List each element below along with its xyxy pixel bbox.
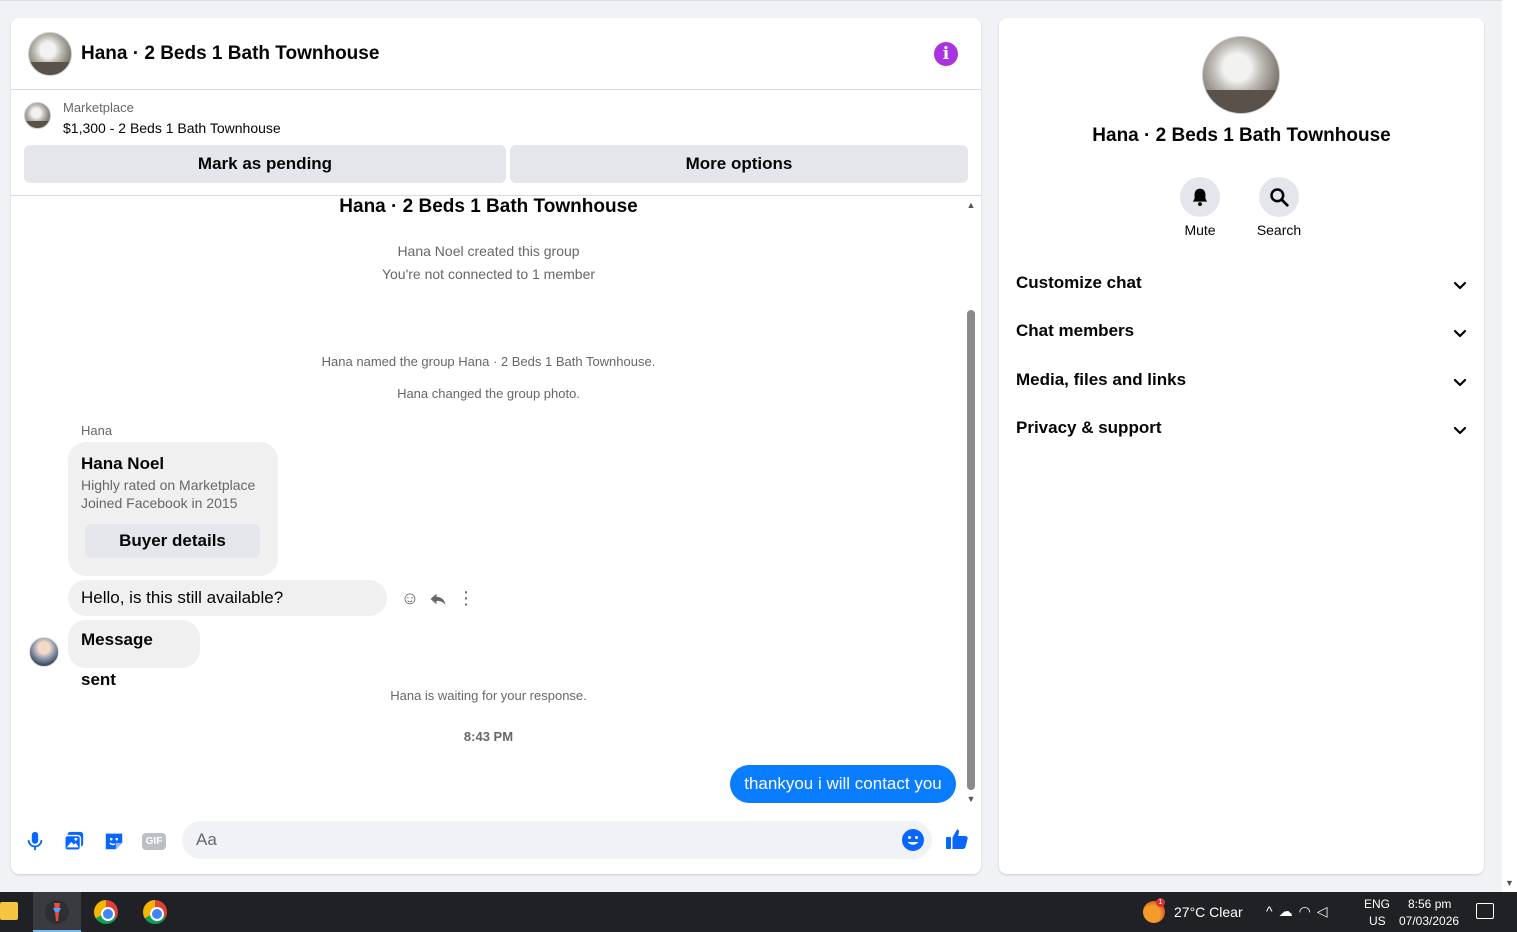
thread-group-title: Hana · 2 Beds 1 Bath Townhouse	[339, 196, 638, 217]
scroll-down-arrow-icon[interactable]: ▼	[966, 794, 976, 804]
buyer-joined: Joined Facebook in 2015	[81, 495, 238, 511]
more-options-button[interactable]: More options	[510, 145, 968, 183]
scroll-up-arrow-icon[interactable]: ▲	[966, 200, 976, 210]
mute-button[interactable]	[1180, 177, 1220, 217]
group-photo-event: Hana changed the group photo.	[397, 386, 580, 401]
top-border	[0, 0, 1502, 1]
chevron-down-icon	[1453, 329, 1467, 338]
input-language[interactable]: ENG	[1364, 897, 1390, 911]
outgoing-message[interactable]: thankyou i will contact you	[730, 765, 956, 803]
group-avatar[interactable]	[28, 32, 72, 76]
chrome-icon	[94, 900, 118, 924]
message-timestamp: 8:43 PM	[463, 729, 514, 744]
file-explorer-icon[interactable]	[0, 902, 18, 920]
chevron-down-icon	[1453, 378, 1467, 387]
chat-panel: Hana · 2 Beds 1 Bath Townhouse i Marketp…	[11, 18, 981, 874]
paint-app-icon	[45, 900, 69, 924]
group-named-event: Hana named the group Hana · 2 Beds 1 Bat…	[321, 354, 656, 369]
section-customize-chat[interactable]: Customize chat	[1016, 273, 1468, 303]
chat-details-panel: Hana · 2 Beds 1 Bath Townhouse Mute Sear…	[999, 18, 1484, 874]
chevron-down-icon	[1453, 426, 1467, 435]
mark-as-pending-button[interactable]: Mark as pending	[24, 145, 506, 183]
info-icon[interactable]: i	[934, 42, 958, 66]
scrollbar-thumb[interactable]	[967, 310, 975, 790]
listing-kind: Marketplace	[63, 100, 134, 115]
search-icon	[1270, 188, 1289, 207]
chevron-up-icon[interactable]: ^	[1266, 903, 1279, 919]
taskbar-app-chrome-profile[interactable]	[131, 892, 179, 932]
thumbs-up-icon[interactable]	[945, 827, 969, 851]
taskbar-app-paint[interactable]	[33, 892, 81, 932]
scroll-down-arrow-icon[interactable]: ▼	[1505, 878, 1514, 888]
section-label: Chat members	[1016, 321, 1135, 340]
section-media-files-links[interactable]: Media, files and links	[1016, 370, 1468, 400]
search-button[interactable]	[1259, 177, 1299, 217]
buyer-name: Hana Noel	[81, 454, 165, 473]
taskbar-app-chrome[interactable]	[82, 892, 130, 932]
chrome-icon	[143, 900, 167, 924]
incoming-message[interactable]: Message sent	[68, 620, 200, 689]
microphone-icon[interactable]	[24, 830, 46, 852]
bell-icon	[1192, 188, 1208, 206]
reply-icon[interactable]	[427, 587, 449, 609]
incoming-message[interactable]: Hello, is this still available? 22577399…	[68, 580, 387, 643]
chat-title[interactable]: Hana · 2 Beds 1 Bath Townhouse	[81, 43, 379, 65]
message-actions: ☺ ⋮	[399, 587, 483, 609]
connection-text: You're not connected to 1 member	[381, 266, 596, 282]
group-avatar-large[interactable]	[1202, 36, 1280, 114]
message-input[interactable]	[182, 821, 932, 859]
message-composer: GIF	[11, 816, 981, 864]
volume-icon[interactable]: ◁	[1317, 903, 1334, 919]
listing-thumbnail[interactable]	[24, 102, 51, 129]
weather-text[interactable]: 27°C Clear	[1174, 904, 1243, 920]
buyer-card: Hana Noel Highly rated on Marketplace Jo…	[68, 442, 278, 576]
section-privacy-support[interactable]: Privacy & support	[1016, 418, 1468, 448]
more-actions-icon[interactable]: ⋮	[455, 587, 477, 609]
mute-label: Mute	[1184, 222, 1216, 238]
clock-time[interactable]: 8:56 pm	[1408, 897, 1451, 911]
search-label: Search	[1256, 222, 1302, 238]
chat-header: Hana · 2 Beds 1 Bath Townhouse i	[11, 18, 981, 90]
listing-price-title[interactable]: $1,300 - 2 Beds 1 Bath Townhouse	[63, 120, 281, 136]
clock-date[interactable]: 07/03/2026	[1399, 914, 1459, 928]
wifi-icon[interactable]: ◠	[1299, 903, 1317, 919]
windows-taskbar: 1 27°C Clear ^☁◠◁ ENG US 8:56 pm 07/03/2…	[0, 892, 1517, 932]
group-created-text: Hana Noel created this group	[397, 243, 580, 259]
onedrive-icon[interactable]: ☁	[1279, 903, 1299, 919]
message-thread: Hana · 2 Beds 1 Bath Townhouse Hana Noel…	[11, 196, 981, 804]
sender-avatar[interactable]	[29, 637, 59, 667]
photo-icon[interactable]	[63, 830, 85, 852]
section-label: Customize chat	[1016, 273, 1142, 292]
emoji-icon[interactable]	[901, 828, 925, 852]
weather-badge: 1	[1156, 898, 1165, 907]
side-title: Hana · 2 Beds 1 Bath Townhouse	[1092, 125, 1391, 146]
react-icon[interactable]: ☺	[399, 587, 421, 609]
page-scrollbar[interactable]: ▼	[1502, 0, 1517, 892]
system-tray-icons[interactable]: ^☁◠◁	[1266, 903, 1334, 920]
section-chat-members[interactable]: Chat members	[1016, 321, 1468, 351]
marketplace-listing: Marketplace $1,300 - 2 Beds 1 Bath Townh…	[11, 90, 981, 196]
section-label: Privacy & support	[1016, 418, 1162, 437]
buyer-details-button[interactable]: Buyer details	[85, 524, 260, 558]
buyer-rating: Highly rated on Marketplace	[81, 477, 256, 493]
waiting-notice: Hana is waiting for your response.	[390, 688, 587, 703]
sender-name: Hana	[81, 423, 113, 438]
chevron-down-icon	[1453, 281, 1467, 290]
sticker-icon[interactable]	[103, 830, 125, 852]
gif-icon[interactable]: GIF	[142, 833, 166, 850]
input-region[interactable]: US	[1369, 914, 1386, 928]
thread-scrollbar[interactable]: ▲ ▼	[966, 200, 976, 804]
notification-icon[interactable]	[1476, 903, 1494, 919]
section-label: Media, files and links	[1016, 370, 1187, 389]
